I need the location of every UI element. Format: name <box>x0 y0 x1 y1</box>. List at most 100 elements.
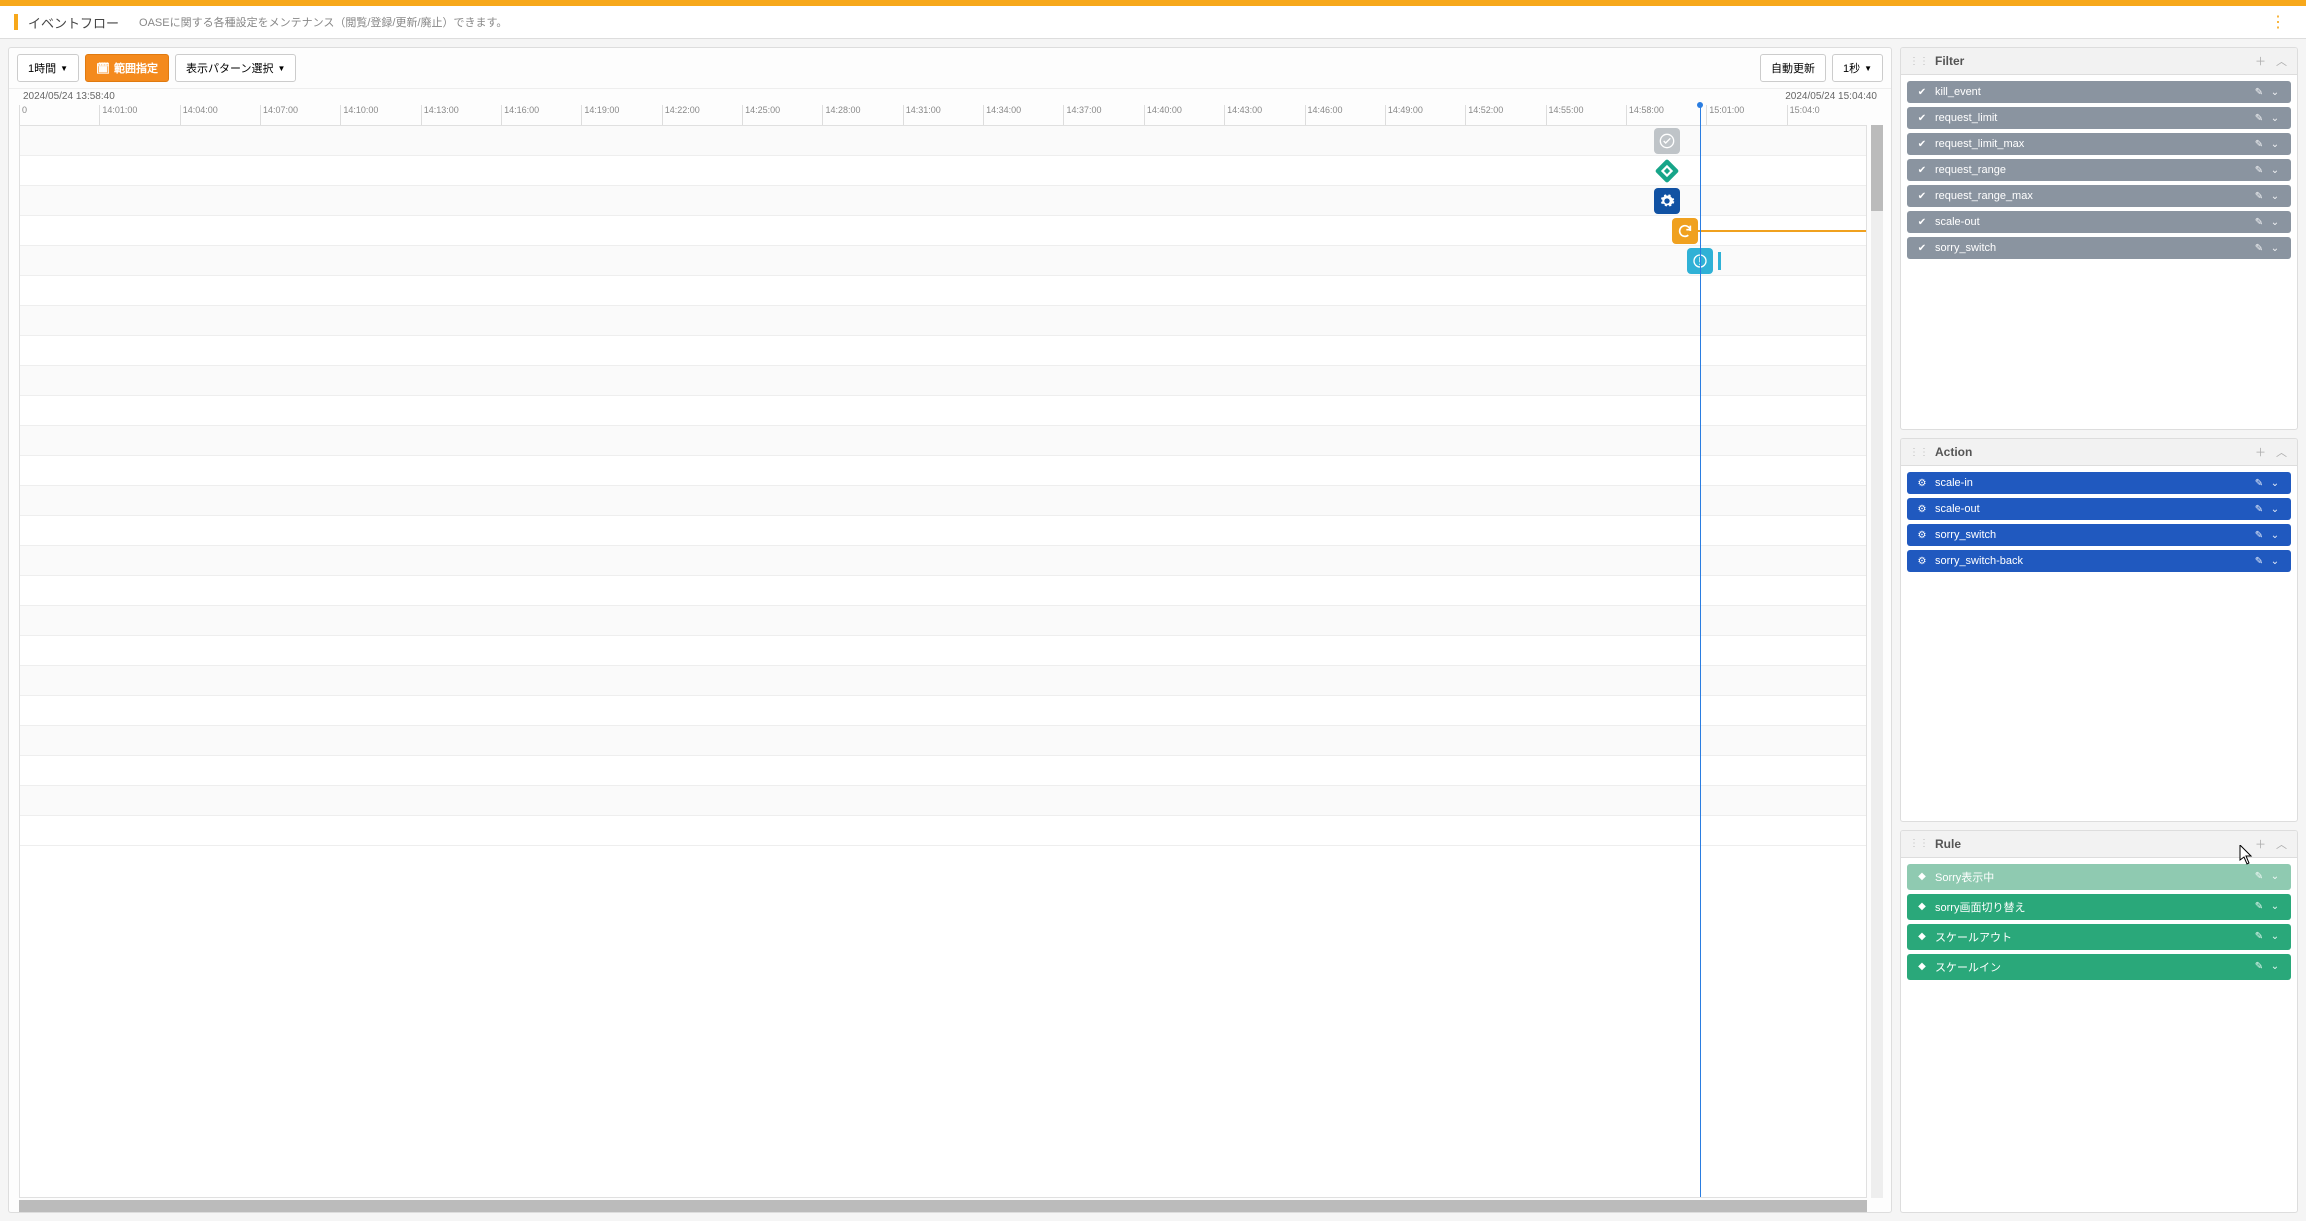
event-node-gray[interactable] <box>1654 128 1680 154</box>
diamond-icon: ◆ <box>1915 961 1929 972</box>
timeline-area[interactable]: 2024/05/24 13:58:40 2024/05/24 15:04:40 … <box>9 89 1891 1212</box>
collapse-icon[interactable]: ︿ <box>2274 53 2289 69</box>
timeline-lane <box>20 306 1866 336</box>
action-item[interactable]: ⚙scale-in✎⌄ <box>1907 472 2291 494</box>
filter-item[interactable]: ✔request_limit✎⌄ <box>1907 107 2291 129</box>
timeline-lane <box>20 396 1866 426</box>
timeline-tick: 14:46:00 <box>1305 105 1385 125</box>
expand-icon[interactable]: ⌄ <box>2267 243 2283 254</box>
filter-item[interactable]: ✔sorry_switch✎⌄ <box>1907 237 2291 259</box>
edit-icon[interactable]: ✎ <box>2251 139 2267 150</box>
timeline-tick: 14:25:00 <box>742 105 822 125</box>
timeline-lane <box>20 186 1866 216</box>
range-preset-select[interactable]: 1時間 ▼ <box>17 54 79 82</box>
filter-item[interactable]: ✔kill_event✎⌄ <box>1907 81 2291 103</box>
event-node-orange[interactable] <box>1672 218 1698 244</box>
edit-icon[interactable]: ✎ <box>2251 478 2267 489</box>
item-label: kill_event <box>1935 86 2251 98</box>
item-label: scale-out <box>1935 503 2251 515</box>
display-pattern-select[interactable]: 表示パターン選択 ▼ <box>175 54 296 82</box>
display-pattern-label: 表示パターン選択 <box>186 60 273 76</box>
expand-icon[interactable]: ⌄ <box>2267 504 2283 515</box>
timeline-tick: 14:01:00 <box>99 105 179 125</box>
edit-icon[interactable]: ✎ <box>2251 191 2267 202</box>
expand-icon[interactable]: ⌄ <box>2267 113 2283 124</box>
edit-icon[interactable]: ✎ <box>2251 871 2267 882</box>
timeline-ticks: 014:01:0014:04:0014:07:0014:10:0014:13:0… <box>19 105 1867 125</box>
gear-icon: ⚙ <box>1915 556 1929 567</box>
add-icon[interactable]: ＋ <box>2253 444 2268 460</box>
edit-icon[interactable]: ✎ <box>2251 504 2267 515</box>
vertical-scrollbar-thumb[interactable] <box>1871 125 1883 211</box>
filter-item[interactable]: ✔request_range✎⌄ <box>1907 159 2291 181</box>
expand-icon[interactable]: ⌄ <box>2267 217 2283 228</box>
filter-item[interactable]: ✔scale-out✎⌄ <box>1907 211 2291 233</box>
edit-icon[interactable]: ✎ <box>2251 556 2267 567</box>
event-node-navy[interactable] <box>1654 188 1680 214</box>
timeline-end-label: 2024/05/24 15:04:40 <box>1785 91 1877 102</box>
expand-icon[interactable]: ⌄ <box>2267 931 2283 942</box>
timeline-tick: 15:01:00 <box>1706 105 1786 125</box>
check-icon: ✔ <box>1915 113 1929 124</box>
rule-item[interactable]: ◆Sorry表示中✎⌄ <box>1907 864 2291 890</box>
rule-item[interactable]: ◆スケールイン✎⌄ <box>1907 954 2291 980</box>
edit-icon[interactable]: ✎ <box>2251 961 2267 972</box>
timeline-lane <box>20 486 1866 516</box>
edit-icon[interactable]: ✎ <box>2251 165 2267 176</box>
rule-item[interactable]: ◆sorry画面切り替え✎⌄ <box>1907 894 2291 920</box>
collapse-icon[interactable]: ︿ <box>2274 836 2289 852</box>
expand-icon[interactable]: ⌄ <box>2267 871 2283 882</box>
range-specify-button[interactable]: 🗓 範囲指定 <box>85 54 169 82</box>
vertical-scrollbar[interactable] <box>1871 125 1883 1198</box>
edit-icon[interactable]: ✎ <box>2251 87 2267 98</box>
diamond-icon: ◆ <box>1915 871 1929 882</box>
gear-icon: ⚙ <box>1915 478 1929 489</box>
gear-icon: ⚙ <box>1915 530 1929 541</box>
expand-icon[interactable]: ⌄ <box>2267 191 2283 202</box>
timeline-tick: 14:31:00 <box>903 105 983 125</box>
refresh-interval-label: 1秒 <box>1843 60 1860 76</box>
timeline-tick: 14:10:00 <box>340 105 420 125</box>
timeline-lane <box>20 816 1866 846</box>
timeline-tick: 14:13:00 <box>421 105 501 125</box>
item-label: request_range_max <box>1935 190 2251 202</box>
edit-icon[interactable]: ✎ <box>2251 113 2267 124</box>
collapse-icon[interactable]: ︿ <box>2274 444 2289 460</box>
expand-icon[interactable]: ⌄ <box>2267 901 2283 912</box>
timeline-lane <box>20 246 1866 276</box>
expand-icon[interactable]: ⌄ <box>2267 478 2283 489</box>
expand-icon[interactable]: ⌄ <box>2267 961 2283 972</box>
action-item[interactable]: ⚙sorry_switch✎⌄ <box>1907 524 2291 546</box>
action-item[interactable]: ⚙sorry_switch-back✎⌄ <box>1907 550 2291 572</box>
more-menu-icon[interactable]: ⋮ <box>2264 12 2292 32</box>
timeline-toolbar: 1時間 ▼ 🗓 範囲指定 表示パターン選択 ▼ 自動更新 1秒 ▼ <box>9 48 1891 89</box>
rule-item[interactable]: ◆スケールアウト✎⌄ <box>1907 924 2291 950</box>
edit-icon[interactable]: ✎ <box>2251 217 2267 228</box>
filter-item[interactable]: ✔request_range_max✎⌄ <box>1907 185 2291 207</box>
header-accent <box>14 14 18 30</box>
event-node-teal[interactable] <box>1654 158 1680 184</box>
edit-icon[interactable]: ✎ <box>2251 931 2267 942</box>
auto-refresh-button[interactable]: 自動更新 <box>1760 54 1826 82</box>
timeline-tick: 0 <box>19 105 99 125</box>
timeline-tick: 14:19:00 <box>581 105 661 125</box>
refresh-interval-select[interactable]: 1秒 ▼ <box>1832 54 1883 82</box>
event-duration-line <box>1685 230 1866 232</box>
horizontal-scrollbar[interactable] <box>19 1200 1867 1212</box>
add-icon[interactable]: ＋ <box>2253 53 2268 69</box>
grip-icon: ⋮⋮ <box>1909 447 1929 458</box>
edit-icon[interactable]: ✎ <box>2251 530 2267 541</box>
expand-icon[interactable]: ⌄ <box>2267 139 2283 150</box>
expand-icon[interactable]: ⌄ <box>2267 165 2283 176</box>
timeline-tick: 14:04:00 <box>180 105 260 125</box>
expand-icon[interactable]: ⌄ <box>2267 530 2283 541</box>
check-icon: ✔ <box>1915 165 1929 176</box>
horizontal-scrollbar-thumb[interactable] <box>19 1200 1867 1212</box>
add-icon[interactable]: ＋ <box>2253 836 2268 852</box>
expand-icon[interactable]: ⌄ <box>2267 556 2283 567</box>
expand-icon[interactable]: ⌄ <box>2267 87 2283 98</box>
edit-icon[interactable]: ✎ <box>2251 243 2267 254</box>
filter-item[interactable]: ✔request_limit_max✎⌄ <box>1907 133 2291 155</box>
action-item[interactable]: ⚙scale-out✎⌄ <box>1907 498 2291 520</box>
edit-icon[interactable]: ✎ <box>2251 901 2267 912</box>
